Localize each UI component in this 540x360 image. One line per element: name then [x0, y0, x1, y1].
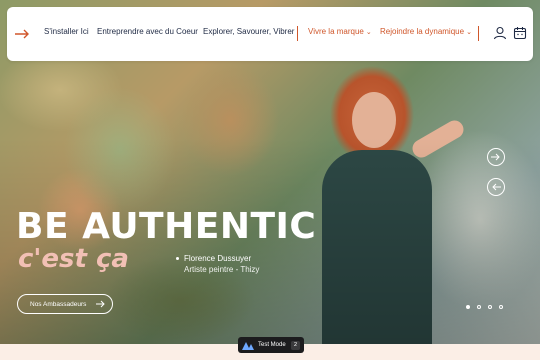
user-icon[interactable] — [493, 26, 507, 40]
calendar-icon[interactable] — [513, 26, 527, 40]
hero-person-face — [352, 92, 396, 148]
test-mode-label: Test Mode — [258, 342, 286, 348]
top-navbar: S'installer Ici Entreprendre avec du Coe… — [7, 7, 533, 61]
nav-separator — [297, 26, 298, 41]
arrow-right-icon — [96, 300, 106, 308]
nav-link-installer[interactable]: S'installer Ici — [44, 27, 89, 36]
arrow-left-icon — [492, 183, 501, 191]
nav-link-vivre[interactable]: Vivre la marque ⌄ — [308, 27, 372, 36]
arrow-logo-icon[interactable] — [15, 28, 31, 40]
nav-link-rejoindre-label: Rejoindre la dynamique — [380, 27, 465, 36]
slider-dots — [466, 305, 503, 309]
test-mode-count: 2 — [291, 340, 300, 350]
prev-slide-button[interactable] — [487, 178, 505, 196]
slider-dot[interactable] — [488, 305, 492, 309]
ambassador-name: Florence Dussuyer — [184, 254, 252, 263]
test-mode-badge[interactable]: Test Mode 2 — [238, 337, 304, 353]
bullet-dot — [176, 257, 179, 260]
ambassador-role: Artiste peintre - Thizy — [184, 265, 260, 274]
nav-link-rejoindre[interactable]: Rejoindre la dynamique ⌄ — [380, 27, 472, 36]
slider-dot[interactable] — [466, 305, 470, 309]
next-slide-button[interactable] — [487, 148, 505, 166]
ambassadors-button[interactable]: Nos Ambassadeurs — [17, 294, 113, 314]
slider-dot[interactable] — [477, 305, 481, 309]
hero-subline: c'est ça — [18, 244, 129, 274]
test-mode-logo-icon — [242, 341, 254, 350]
nav-link-entreprendre[interactable]: Entreprendre avec du Coeur — [97, 27, 198, 36]
nav-link-vivre-label: Vivre la marque — [308, 27, 364, 36]
hero-person-dress — [322, 150, 432, 344]
chevron-down-icon: ⌄ — [466, 29, 472, 36]
arrow-right-icon — [491, 153, 500, 161]
slider-dot[interactable] — [499, 305, 503, 309]
nav-separator — [478, 26, 479, 41]
hero-headline: BE AUTHENTIC — [16, 206, 317, 247]
ambassadors-button-label: Nos Ambassadeurs — [30, 300, 87, 308]
hero-person-arm — [409, 117, 467, 161]
chevron-down-icon: ⌄ — [365, 29, 372, 36]
nav-link-explorer[interactable]: Explorer, Savourer, Vibrer — [203, 27, 294, 36]
